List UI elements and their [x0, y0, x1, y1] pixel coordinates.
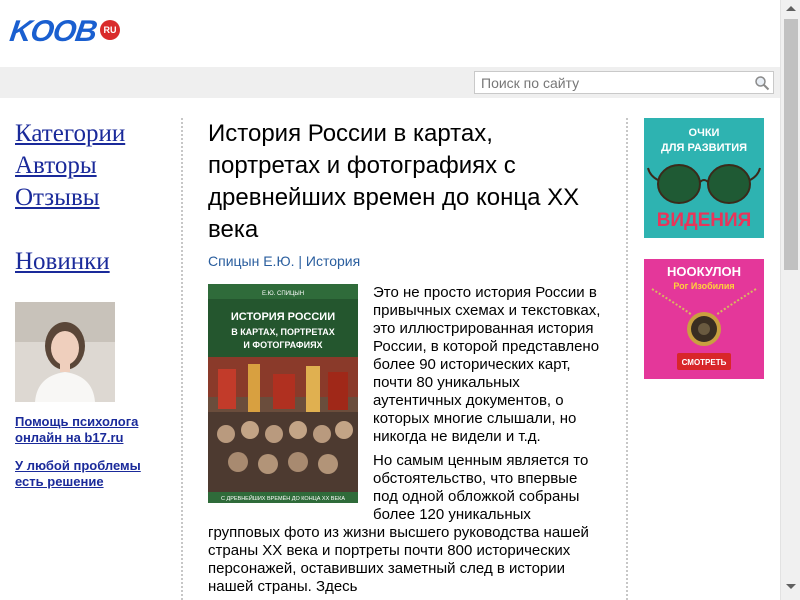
book-meta: Спицын Е.Ю. | История — [208, 252, 603, 270]
scrollbar-thumb[interactable] — [784, 19, 798, 270]
scroll-up-arrow-icon[interactable] — [786, 6, 796, 11]
ad1-line1: ОЧКИ — [689, 127, 720, 139]
ad-banner-amulet[interactable]: НООКУЛОН Рог Изобилия СМОТРЕТЬ — [644, 259, 764, 379]
promo-link-psychologist[interactable]: Помощь психолога онлайн на b17.ru — [15, 414, 165, 446]
category-link[interactable]: История — [306, 253, 360, 269]
nav-link-reviews[interactable]: Отзывы — [15, 182, 175, 214]
psychologist-photo[interactable] — [15, 302, 115, 402]
ad2-line1: НООКУЛОН — [667, 264, 741, 279]
author-link[interactable]: Спицын Е.Ю. — [208, 253, 294, 269]
cover-title-line3: И ФОТОГРАФИЯХ — [243, 340, 322, 350]
scroll-down-arrow-icon[interactable] — [786, 584, 796, 589]
site-header: KOOB RU — [0, 0, 780, 67]
search-bar — [0, 67, 780, 98]
ad1-line3: ВИДЕНИЯ — [657, 210, 752, 231]
logo-text: KOOB — [7, 15, 99, 48]
cover-title-line1: ИСТОРИЯ РОССИИ — [231, 311, 335, 323]
nav-link-new[interactable]: Новинки — [15, 246, 175, 278]
ad1-line2: ДЛЯ РАЗВИТИЯ — [661, 142, 747, 154]
column-divider-right — [626, 118, 628, 600]
main-content: История России в картах, портретах и фот… — [208, 118, 603, 600]
site-logo[interactable]: KOOB RU — [7, 15, 120, 48]
meta-separator: | — [298, 253, 303, 269]
search-box — [474, 71, 774, 94]
logo-ru-badge: RU — [100, 20, 120, 40]
nav-link-categories[interactable]: Категории — [15, 118, 175, 150]
ad-banner-glasses[interactable]: ОЧКИ ДЛЯ РАЗВИТИЯ ВИДЕНИЯ — [644, 118, 764, 238]
search-icon[interactable] — [751, 72, 773, 93]
vertical-scrollbar[interactable] — [780, 0, 800, 600]
book-description: Е.Ю. СПИЦЫН ИСТОРИЯ РОССИИ В КАРТАХ, ПОР… — [208, 284, 603, 596]
nav-link-authors[interactable]: Авторы — [15, 150, 175, 182]
cover-title-line2: В КАРТАХ, ПОРТРЕТАХ — [231, 327, 335, 337]
ad2-line2: Рог Изобилия — [673, 281, 734, 291]
left-sidebar: Категории Авторы Отзывы Новинки Помощь п… — [15, 118, 175, 490]
ad2-button: СМОТРЕТЬ — [682, 358, 727, 367]
column-divider-left — [181, 118, 183, 600]
book-cover: Е.Ю. СПИЦЫН ИСТОРИЯ РОССИИ В КАРТАХ, ПОР… — [208, 284, 358, 503]
cover-subtitle: С ДРЕВНЕЙШИХ ВРЕМЁН ДО КОНЦА XX ВЕКА — [221, 494, 345, 502]
cover-author: Е.Ю. СПИЦЫН — [262, 291, 304, 297]
search-input[interactable] — [475, 72, 751, 93]
promo-link-solution[interactable]: У любой проблемы есть решение — [15, 458, 165, 490]
book-title: История России в картах, портретах и фот… — [208, 120, 580, 243]
